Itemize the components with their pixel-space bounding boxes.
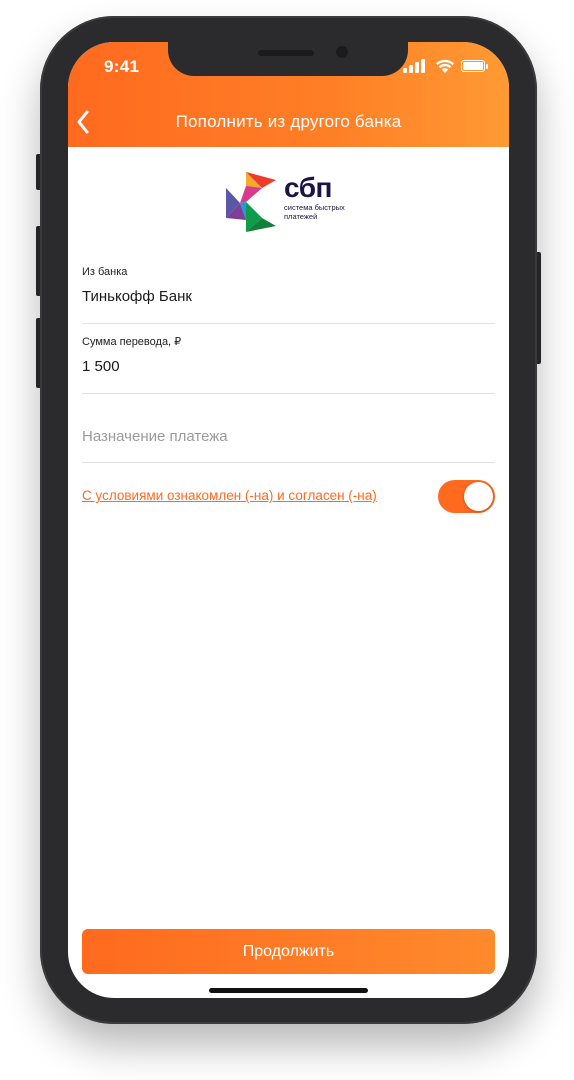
page-title: Пополнить из другого банка	[175, 112, 402, 131]
purpose-placeholder: Назначение платежа	[82, 428, 228, 445]
logo-subtitle: система быстрых платежей	[284, 203, 345, 221]
bank-field-value: Тинькофф Банк	[82, 288, 192, 305]
wifi-icon	[436, 59, 454, 73]
device-notch	[168, 42, 408, 76]
status-icons	[403, 59, 493, 75]
home-indicator[interactable]	[209, 988, 368, 993]
sbp-logo: сбп система быстрых платежей	[224, 170, 354, 234]
status-time: 9:41	[104, 57, 140, 76]
logo-wordmark: сбп	[284, 172, 332, 203]
front-camera	[336, 46, 348, 58]
amount-field[interactable]: Сумма перевода, ₽ 1 500	[82, 335, 495, 394]
sbp-logo-icon	[226, 172, 276, 232]
amount-field-value: 1 500	[82, 358, 120, 375]
signal-icon	[403, 68, 407, 73]
speaker-grille	[258, 50, 314, 56]
amount-field-label: Сумма перевода, ₽	[82, 336, 182, 348]
bank-field[interactable]: Из банка Тинькофф Банк	[82, 266, 495, 324]
purpose-input[interactable]: Назначение платежа	[82, 428, 495, 463]
app-screen: 9:41 Пополнить из другого банка сбп сист…	[68, 42, 509, 998]
continue-button[interactable]: Продолжить	[82, 929, 495, 974]
battery-icon	[461, 60, 488, 72]
bank-field-label: Из банка	[82, 266, 128, 278]
toggle-knob	[464, 482, 493, 511]
terms-agreement-link[interactable]: С условиями ознакомлен (-на) и согласен …	[82, 488, 377, 503]
terms-agreement-toggle[interactable]	[438, 480, 495, 513]
